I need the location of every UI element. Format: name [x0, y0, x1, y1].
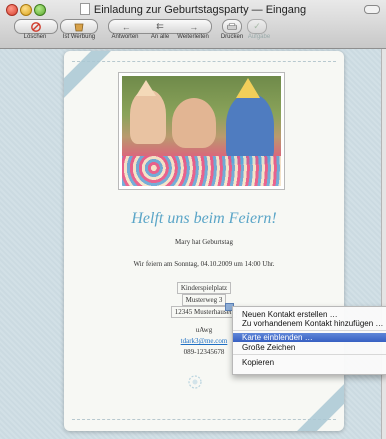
- party-hat-right: [236, 78, 260, 98]
- birthday-subline: Mary hat Geburtstag: [175, 238, 233, 246]
- forward-label: Weiterleiten: [177, 34, 209, 40]
- party-photo: [118, 72, 285, 190]
- rsvp-phone: 089-12345678: [183, 348, 225, 356]
- top-dashed-border: [72, 61, 336, 62]
- bottom-right-ribbon: [294, 376, 344, 431]
- rsvp-label: uAwg: [195, 326, 213, 334]
- menu-item-large-type[interactable]: Große Zeichen: [233, 343, 386, 352]
- toolbar-toggle-button[interactable]: [364, 5, 380, 14]
- date-line: Wir feiern am Sonntag, 04.10.2009 um 14:…: [133, 260, 275, 268]
- printer-icon: [227, 22, 237, 30]
- reply-label: Antworten: [111, 34, 139, 40]
- title-bar: Einladung zur Geburtstagsparty — Eingang…: [0, 0, 386, 49]
- address-place[interactable]: Kinderspielplatz: [176, 282, 232, 294]
- headline: Helft uns beim Feiern!: [131, 210, 277, 227]
- document-icon: [79, 3, 90, 15]
- delete-button[interactable]: [14, 19, 58, 34]
- rsvp-email-link[interactable]: tdark3@me.com: [181, 337, 228, 345]
- bottom-dashed-border: [72, 419, 336, 420]
- top-left-ribbon: [64, 51, 116, 104]
- window-title: Einladung zur Geburtstagsparty — Eingang: [0, 3, 386, 16]
- forward-arrow-icon[interactable]: →: [189, 22, 198, 32]
- menu-item-copy[interactable]: Kopieren: [233, 358, 386, 367]
- menu-item-new-contact[interactable]: Neuen Kontakt erstellen …: [233, 310, 386, 319]
- junk-button[interactable]: [60, 19, 98, 34]
- party-hat-left: [136, 80, 156, 96]
- print-button[interactable]: [222, 19, 242, 34]
- child-right: [226, 94, 274, 164]
- checkmark-icon: ✓: [253, 21, 261, 31]
- reply-group: ← ⇇ →: [108, 19, 212, 34]
- menu-item-show-map[interactable]: Karte einblenden …: [233, 333, 386, 342]
- todo-label: Aufgabe: [247, 34, 271, 40]
- delete-label: Löschen: [23, 34, 47, 40]
- mail-message-window: Einladung zur Geburtstagsparty — Eingang…: [0, 0, 386, 439]
- junk-bag-icon: [74, 23, 84, 31]
- vertical-scrollbar[interactable]: [381, 49, 386, 439]
- snowflake-ornament-icon: [188, 375, 202, 389]
- todo-button[interactable]: ✓: [247, 19, 267, 34]
- print-label: Drucken: [220, 34, 244, 40]
- child-left: [130, 90, 166, 144]
- menu-separator: [233, 354, 386, 355]
- tablecloth: [122, 156, 281, 186]
- junk-label: Ist Werbung: [62, 34, 96, 40]
- menu-item-add-to-contact[interactable]: Zu vorhandenem Kontakt hinzufügen …: [233, 319, 386, 328]
- no-entry-icon: [31, 21, 41, 32]
- reply-all-label: An alle: [150, 34, 170, 40]
- reply-arrow-icon[interactable]: ←: [122, 22, 131, 32]
- child-center: [172, 98, 216, 148]
- address-street[interactable]: Musterweg 3: [181, 294, 227, 306]
- menu-separator: [233, 330, 386, 331]
- reply-all-arrow-icon[interactable]: ⇇: [156, 21, 164, 32]
- context-menu: Neuen Kontakt erstellen … Zu vorhandenem…: [232, 306, 386, 375]
